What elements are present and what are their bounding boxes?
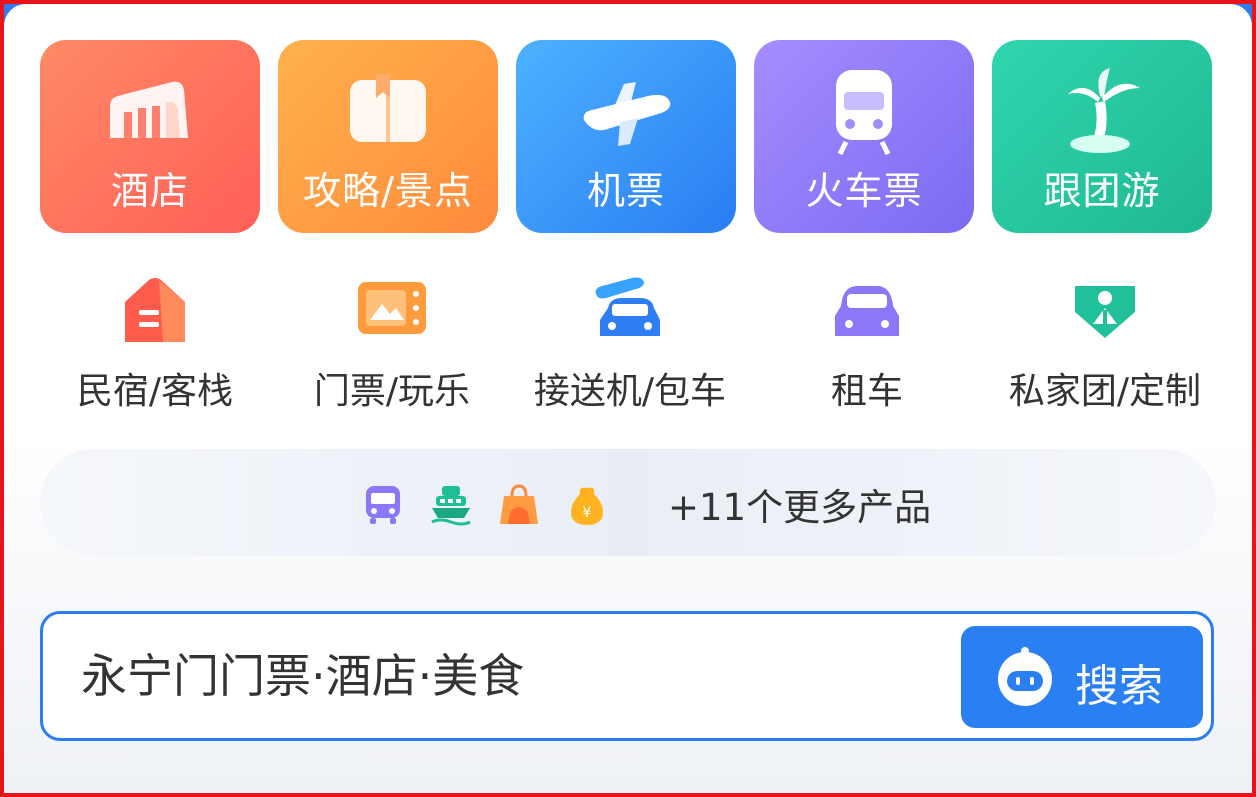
tile-label: 攻略/景点 bbox=[303, 169, 473, 213]
tile-train[interactable]: 火车票 bbox=[754, 40, 974, 233]
tile-hotel[interactable]: 酒店 bbox=[40, 40, 260, 233]
service-label: 门票/玩乐 bbox=[313, 371, 471, 412]
airplane-icon bbox=[583, 82, 671, 146]
homestay-icon bbox=[125, 278, 185, 342]
service-homestay[interactable]: 民宿/客栈 bbox=[36, 266, 274, 416]
palm-tree-icon bbox=[1068, 68, 1140, 153]
hotel-building-icon bbox=[110, 81, 188, 138]
service-label: 民宿/客栈 bbox=[76, 371, 234, 412]
airport-transfer-icon bbox=[595, 277, 660, 336]
search-input[interactable] bbox=[81, 638, 941, 714]
service-label: 接送机/包车 bbox=[533, 371, 727, 412]
home-panel: 酒店 攻略/景点 机票 火车票 跟团游 民宿/客栈 门票/玩乐 接送机/包车 租… bbox=[4, 4, 1252, 793]
assistant-robot-icon bbox=[998, 647, 1052, 706]
car-rental-icon bbox=[835, 286, 899, 336]
tile-group-tour[interactable]: 跟团游 bbox=[992, 40, 1212, 233]
tile-label: 酒店 bbox=[110, 169, 189, 213]
train-icon bbox=[836, 70, 892, 156]
search-box: 搜索 bbox=[40, 611, 1214, 741]
service-private-custom-tour[interactable]: 私家团/定制 bbox=[986, 266, 1224, 416]
svg-text:¥: ¥ bbox=[583, 505, 592, 521]
tile-label: 火车票 bbox=[805, 169, 923, 213]
search-button-label: 搜索 bbox=[1075, 661, 1163, 712]
tile-label: 跟团游 bbox=[1043, 169, 1161, 213]
tile-flight[interactable]: 机票 bbox=[516, 40, 736, 233]
ticket-icon bbox=[358, 282, 426, 334]
service-label: 私家团/定制 bbox=[1008, 371, 1202, 412]
more-products-label: +11个更多产品 bbox=[668, 486, 932, 529]
cruise-ship-icon bbox=[431, 486, 471, 526]
more-products-bar[interactable]: ¥ +11个更多产品 bbox=[40, 449, 1216, 556]
service-airport-transfer[interactable]: 接送机/包车 bbox=[511, 266, 749, 416]
app-frame: 酒店 攻略/景点 机票 火车票 跟团游 民宿/客栈 门票/玩乐 接送机/包车 租… bbox=[0, 0, 1256, 797]
search-button[interactable]: 搜索 bbox=[961, 626, 1203, 728]
private-tour-icon bbox=[1075, 286, 1135, 338]
shopping-bag-icon bbox=[500, 484, 538, 524]
money-bag-icon: ¥ bbox=[571, 487, 603, 525]
service-car-rental[interactable]: 租车 bbox=[748, 266, 986, 416]
bus-icon bbox=[366, 486, 400, 524]
guide-book-icon bbox=[350, 74, 426, 142]
service-label: 租车 bbox=[830, 371, 903, 412]
service-tickets-fun[interactable]: 门票/玩乐 bbox=[273, 266, 511, 416]
tile-guide-attractions[interactable]: 攻略/景点 bbox=[278, 40, 498, 233]
tile-label: 机票 bbox=[586, 169, 665, 213]
